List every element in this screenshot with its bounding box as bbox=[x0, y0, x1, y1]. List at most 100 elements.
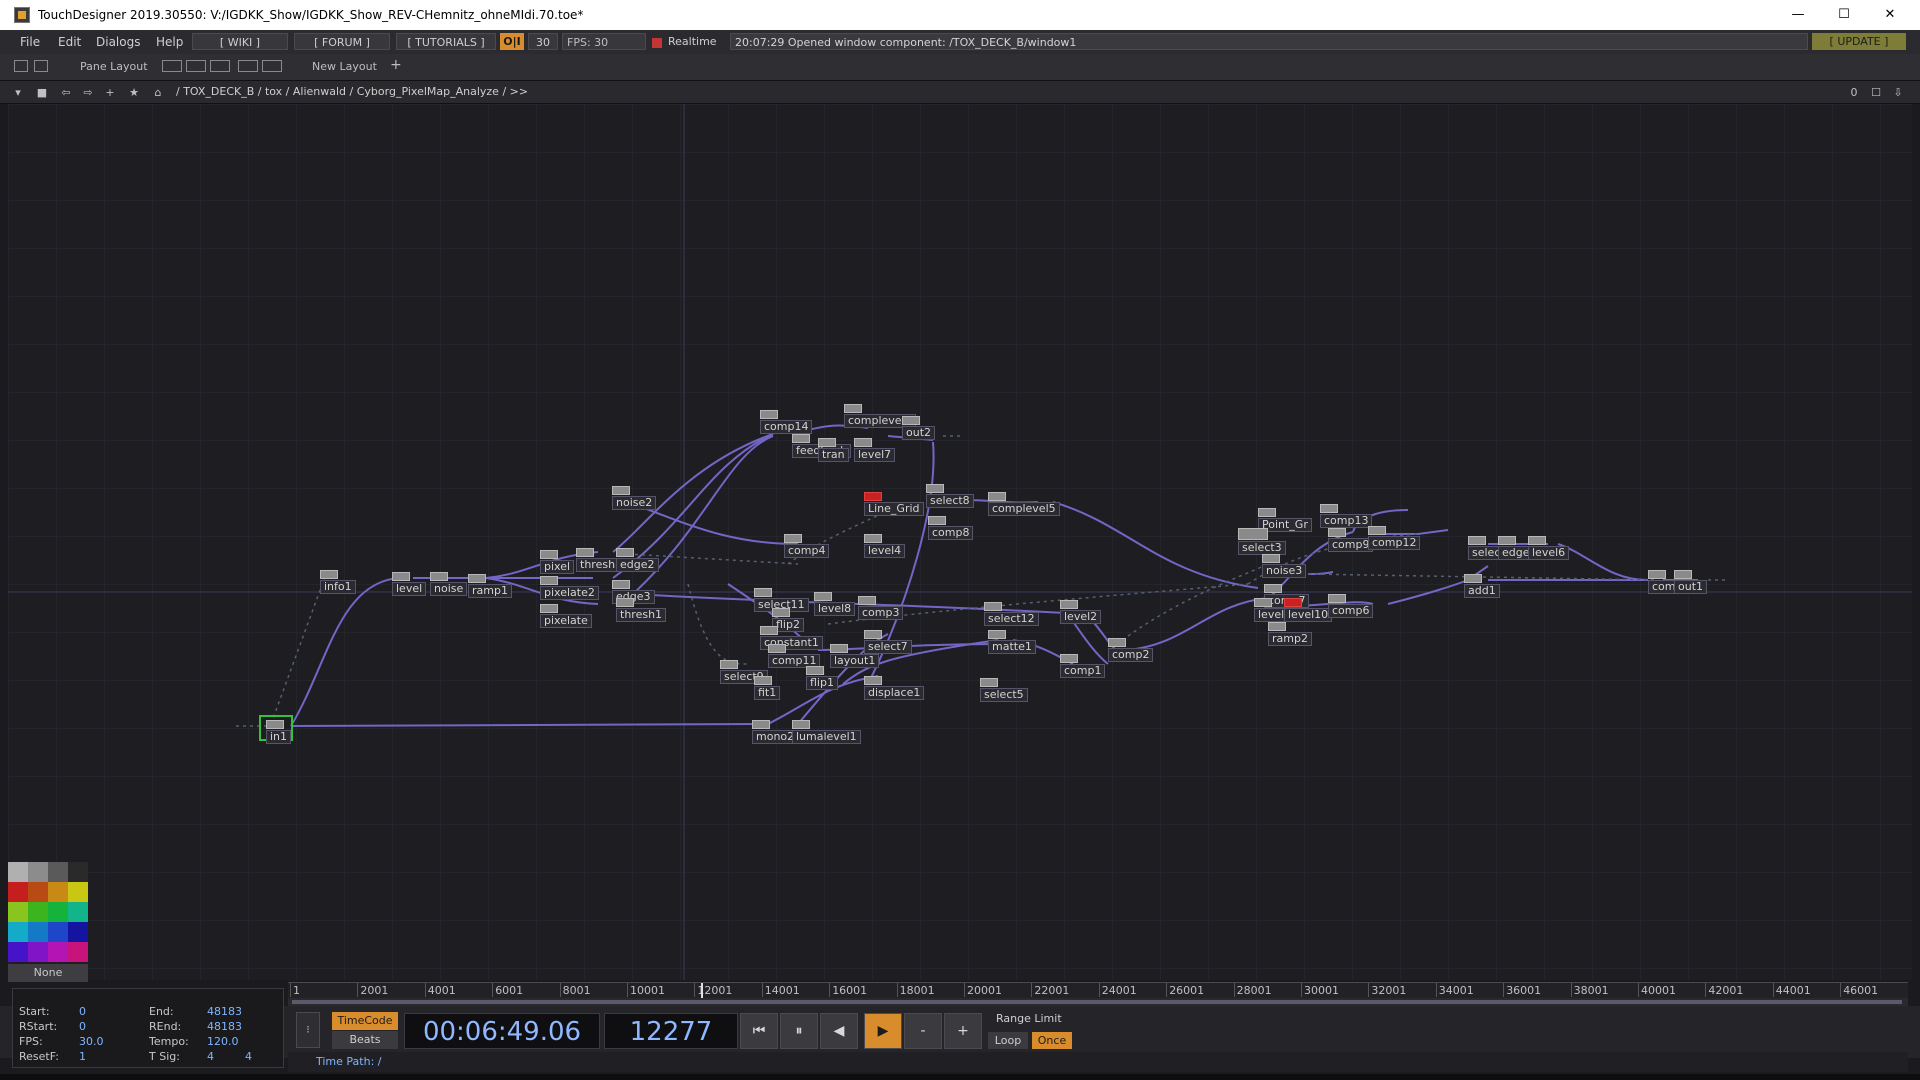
home-icon[interactable]: ⌂ bbox=[150, 86, 166, 99]
ruler-tick-label: 44001 bbox=[1775, 984, 1811, 997]
rewind-button[interactable]: ⏮ bbox=[740, 1013, 778, 1049]
swatch-14[interactable] bbox=[28, 922, 48, 942]
layout-split-vertical-icon[interactable] bbox=[186, 60, 206, 72]
layout-split-horizontal-icon[interactable] bbox=[210, 60, 230, 72]
tsig-value-b[interactable]: 4 bbox=[245, 1050, 252, 1063]
wiki-button[interactable]: [ WIKI ] bbox=[192, 33, 288, 50]
ruler-tick-label: 34001 bbox=[1438, 984, 1474, 997]
rend-value[interactable]: 48183 bbox=[207, 1020, 242, 1033]
once-button[interactable]: Once bbox=[1032, 1032, 1072, 1049]
update-button[interactable]: [ UPDATE ] bbox=[1812, 33, 1906, 50]
swatch-17[interactable] bbox=[8, 942, 28, 962]
playhead-cursor[interactable] bbox=[700, 983, 703, 998]
close-button[interactable]: ✕ bbox=[1867, 0, 1913, 30]
tsig-label: T Sig: bbox=[149, 1050, 180, 1063]
swatch-12[interactable] bbox=[68, 902, 88, 922]
layout-single-icon[interactable] bbox=[162, 60, 182, 72]
maximize-pane-icon[interactable]: ☐ bbox=[1868, 86, 1884, 99]
forum-button[interactable]: [ FORUM ] bbox=[294, 33, 390, 50]
swatch-10[interactable] bbox=[28, 902, 48, 922]
timeline-info-panel: Start: 0 End: 48183 RStart: 0 REnd: 4818… bbox=[12, 988, 284, 1068]
menu-help[interactable]: Help bbox=[156, 35, 183, 49]
layout-four-icon[interactable] bbox=[262, 60, 282, 72]
star-icon[interactable]: ★ bbox=[126, 86, 142, 99]
start-label: Start: bbox=[19, 1005, 50, 1018]
network-path[interactable]: / TOX_DECK_B / tox / Alienwald / Cyborg_… bbox=[176, 85, 528, 98]
tutorials-button[interactable]: [ TUTORIALS ] bbox=[396, 33, 496, 50]
fps-value[interactable]: 30.0 bbox=[79, 1035, 104, 1048]
layout-three-icon[interactable] bbox=[238, 60, 258, 72]
resetf-value[interactable]: 1 bbox=[79, 1050, 86, 1063]
swatch-13[interactable] bbox=[8, 922, 28, 942]
menu-edit[interactable]: Edit bbox=[58, 35, 81, 49]
loop-button[interactable]: Loop bbox=[988, 1032, 1028, 1049]
pane-menu-chevron-icon[interactable]: ▾ bbox=[10, 86, 26, 99]
swatch-15[interactable] bbox=[48, 922, 68, 942]
forward-arrow-icon[interactable]: ⇨ bbox=[80, 86, 96, 99]
zero-toggle[interactable]: 0 bbox=[1846, 86, 1862, 99]
timeline-scrollbar[interactable] bbox=[288, 998, 1908, 1006]
ruler-tick bbox=[1166, 983, 1168, 997]
add-icon[interactable]: + bbox=[102, 86, 118, 99]
back-arrow-icon[interactable]: ⇦ bbox=[58, 86, 74, 99]
swatch-4[interactable] bbox=[68, 862, 88, 882]
time-path-field[interactable]: Time Path: / bbox=[288, 1052, 1908, 1072]
realtime-checkbox[interactable] bbox=[652, 38, 662, 48]
ruler-tick bbox=[694, 983, 696, 997]
path-bar: ▾ ■ ⇦ ⇨ + ★ ⌂ / TOX_DECK_B / tox / Alien… bbox=[0, 81, 1920, 104]
swatch-8[interactable] bbox=[68, 882, 88, 902]
rstart-value[interactable]: 0 bbox=[79, 1020, 86, 1033]
tempo-label: Tempo: bbox=[149, 1035, 189, 1048]
network-editor[interactable]: info1 level noise ramp1 in1 pixel thresh… bbox=[8, 104, 1912, 980]
oi-toggle[interactable]: O|I bbox=[500, 33, 524, 50]
step-minus-button[interactable]: - bbox=[904, 1013, 942, 1049]
swatch-2[interactable] bbox=[28, 862, 48, 882]
swatch-1[interactable] bbox=[8, 862, 28, 882]
frame-display[interactable]: 12277 bbox=[604, 1013, 738, 1049]
ruler-tick bbox=[1031, 983, 1033, 997]
ruler-tick bbox=[1233, 983, 1235, 997]
swatch-20[interactable] bbox=[68, 942, 88, 962]
swatch-16[interactable] bbox=[68, 922, 88, 942]
step-back-button[interactable]: ◀ bbox=[820, 1013, 858, 1049]
minimize-button[interactable]: — bbox=[1775, 0, 1821, 30]
play-button[interactable]: ▶ bbox=[864, 1013, 902, 1049]
add-layout-button[interactable]: + bbox=[390, 57, 402, 73]
swatch-18[interactable] bbox=[28, 942, 48, 962]
ruler-tick-label: 28001 bbox=[1236, 984, 1272, 997]
transport-options-icon[interactable]: ⁝ bbox=[296, 1012, 320, 1048]
step-plus-button[interactable]: + bbox=[944, 1013, 982, 1049]
swatch-9[interactable] bbox=[8, 902, 28, 922]
pause-button[interactable]: ⏸ bbox=[780, 1013, 818, 1049]
pane-options-icon[interactable]: ⇩ bbox=[1890, 86, 1906, 99]
timecode-button[interactable]: TimeCode bbox=[332, 1012, 398, 1030]
swatch-5[interactable] bbox=[8, 882, 28, 902]
new-layout-label[interactable]: New Layout bbox=[312, 60, 377, 73]
end-value[interactable]: 48183 bbox=[207, 1005, 242, 1018]
pane-link-icon[interactable] bbox=[34, 60, 48, 72]
ruler-tick-label: 30001 bbox=[1304, 984, 1339, 997]
swatch-11[interactable] bbox=[48, 902, 68, 922]
tsig-value-a[interactable]: 4 bbox=[207, 1050, 214, 1063]
swatch-6[interactable] bbox=[28, 882, 48, 902]
maximize-button[interactable]: ☐ bbox=[1821, 0, 1867, 30]
ruler-tick bbox=[290, 983, 291, 997]
timecode-display[interactable]: 00:06:49.06 bbox=[404, 1013, 600, 1049]
start-value[interactable]: 0 bbox=[79, 1005, 86, 1018]
ruler-tick-label: 24001 bbox=[1101, 984, 1137, 997]
end-label: End: bbox=[149, 1005, 174, 1018]
cook-rate-field[interactable]: 30 bbox=[528, 33, 558, 50]
palette-none-button[interactable]: None bbox=[8, 964, 88, 982]
swatch-7[interactable] bbox=[48, 882, 68, 902]
menu-dialogs[interactable]: Dialogs bbox=[96, 35, 140, 49]
pane-type-icon[interactable] bbox=[14, 60, 28, 72]
stop-icon[interactable]: ■ bbox=[34, 86, 50, 99]
menu-file[interactable]: File bbox=[20, 35, 40, 49]
timeline-ruler[interactable]: 1 2001 4001 6001 8001 10001 12001 14001 16001 180… bbox=[288, 982, 1908, 999]
swatch-19[interactable] bbox=[48, 942, 68, 962]
ruler-tick-label: 10001 bbox=[630, 984, 665, 997]
beats-button[interactable]: Beats bbox=[332, 1031, 398, 1049]
tempo-value[interactable]: 120.0 bbox=[207, 1035, 239, 1048]
swatch-3[interactable] bbox=[48, 862, 68, 882]
timeline-scroll-thumb[interactable] bbox=[292, 1000, 1902, 1004]
